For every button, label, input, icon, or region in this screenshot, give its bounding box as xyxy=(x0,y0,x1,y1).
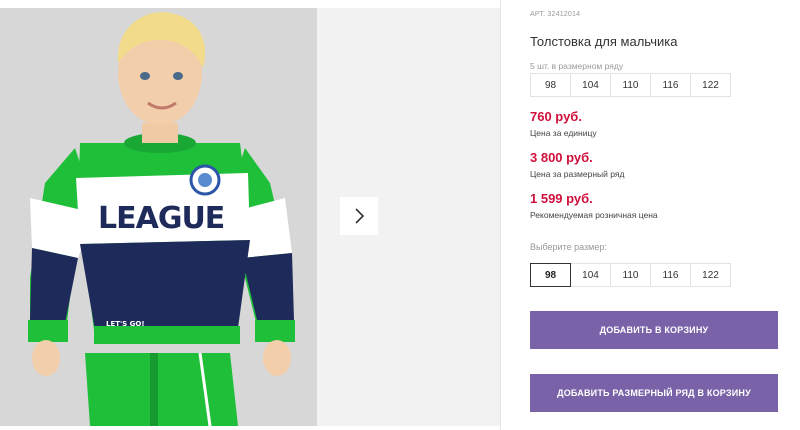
pack-size-cell: 104 xyxy=(570,73,611,97)
choose-size-label: Выберите размер: xyxy=(530,242,607,252)
boy-illustration: LEAGUE LET'S GO! xyxy=(0,8,317,426)
unit-price-label: Цена за единицу xyxy=(530,128,597,138)
pack-size-cell: 110 xyxy=(610,73,651,97)
size-selector: 98 104 110 116 122 xyxy=(530,263,731,287)
sweatshirt-print: LEAGUE xyxy=(98,201,224,236)
pack-size-cell: 98 xyxy=(530,73,571,97)
pack-size-list: 98 104 110 116 122 xyxy=(530,73,731,97)
size-option-98[interactable]: 98 xyxy=(530,263,571,287)
pack-price: 3 800 руб. xyxy=(530,150,593,165)
retail-price: 1 599 руб. xyxy=(530,191,593,206)
pack-price-label: Цена за размерный ряд xyxy=(530,169,625,179)
size-option-122[interactable]: 122 xyxy=(690,263,731,287)
product-gallery: LEAGUE LET'S GO! xyxy=(0,0,500,430)
column-divider xyxy=(500,0,501,430)
sweatshirt-badge-print: LET'S GO! xyxy=(106,320,145,328)
retail-price-label: Рекомендуемая розничная цена xyxy=(530,210,658,220)
pack-size-label: 5 шт. в размерном ряду xyxy=(530,61,624,71)
size-option-104[interactable]: 104 xyxy=(570,263,611,287)
add-to-cart-button[interactable]: ДОБАВИТЬ В КОРЗИНУ xyxy=(530,311,778,349)
gallery-next-button[interactable] xyxy=(340,197,378,235)
product-info: АРТ. 32412014 Толстовка для мальчика 5 ш… xyxy=(530,0,790,430)
product-title: Толстовка для мальчика xyxy=(530,34,678,49)
chevron-right-icon xyxy=(355,208,365,224)
article-number: АРТ. 32412014 xyxy=(530,11,581,18)
product-photo[interactable]: LEAGUE LET'S GO! xyxy=(0,8,317,426)
add-pack-to-cart-button[interactable]: ДОБАВИТЬ РАЗМЕРНЫЙ РЯД В КОРЗИНУ xyxy=(530,374,778,412)
size-option-116[interactable]: 116 xyxy=(650,263,691,287)
pack-size-cell: 116 xyxy=(650,73,691,97)
unit-price: 760 руб. xyxy=(530,109,582,124)
pack-size-cell: 122 xyxy=(690,73,731,97)
size-option-110[interactable]: 110 xyxy=(610,263,651,287)
